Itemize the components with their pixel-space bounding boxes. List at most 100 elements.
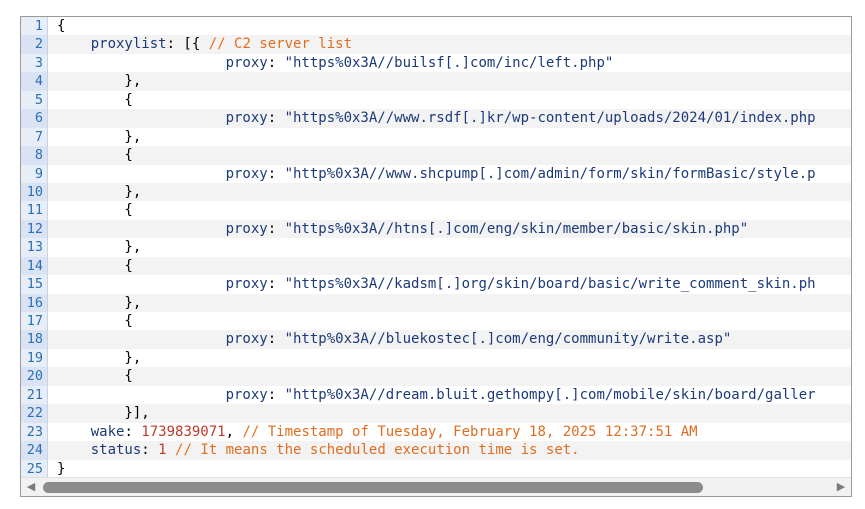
code-line: 5 {: [21, 90, 851, 110]
code-token: :: [267, 386, 285, 403]
code-token: // Timestamp of Tuesday, February 18, 20…: [242, 423, 698, 440]
line-text: {: [57, 146, 133, 164]
code-token: {: [57, 257, 133, 274]
line-number: 20: [21, 367, 48, 386]
code-token: proxy: [57, 331, 268, 348]
code-line: 13 },: [21, 238, 851, 257]
code-line: 21 proxy: "http%0x3A//dream.bluit.gethom…: [21, 385, 851, 405]
line-number: 21: [21, 385, 48, 405]
code-token: proxy: [57, 220, 268, 237]
code-token: wake: [57, 423, 125, 440]
code-token: // C2 server list: [208, 36, 353, 53]
code-token: {: [57, 313, 133, 329]
code-line: 16 },: [21, 293, 851, 312]
code-token: : [{: [166, 36, 209, 53]
code-token: },: [57, 294, 142, 311]
code-token: },: [57, 349, 142, 366]
line-text: {: [57, 257, 133, 275]
line-number: 9: [21, 164, 48, 183]
line-text: proxy: "https%0x3A//www.rsdf[.]kr/wp-con…: [57, 109, 816, 127]
code-token: proxy: [57, 165, 268, 182]
code-token: {: [57, 202, 133, 219]
code-token: proxy: [57, 110, 268, 127]
line-text: },: [57, 294, 141, 312]
code-token: :: [267, 165, 285, 182]
code-token: "https%0x3A//www.rsdf[.]kr/wp-content/up…: [284, 110, 816, 127]
line-number: 16: [21, 293, 48, 312]
line-text: },: [57, 349, 141, 367]
code-line: 6 proxy: "https%0x3A//www.rsdf[.]kr/wp-c…: [21, 109, 851, 128]
code-line: 3 proxy: "https%0x3A//builsf[.]com/inc/l…: [21, 53, 851, 73]
line-text: proxy: "http%0x3A//www.shcpump[.]com/adm…: [57, 165, 816, 183]
line-number: 25: [21, 459, 48, 478]
code-token: {: [57, 147, 133, 164]
line-text: },: [57, 238, 141, 256]
code-token: },: [57, 239, 142, 256]
code-token: // It means the scheduled execution time…: [175, 442, 580, 459]
code-token: :: [141, 442, 159, 459]
line-number: 15: [21, 275, 48, 294]
line-text: proxy: "https%0x3A//htns[.]com/eng/skin/…: [57, 220, 749, 238]
code-line: 19 },: [21, 348, 851, 368]
code-token: status: [57, 442, 142, 459]
code-line: 7 },: [21, 127, 851, 147]
code-token: proxylist: [57, 36, 167, 53]
code-area: 1{2 proxylist: [{ // C2 server list 3 pro…: [21, 17, 851, 478]
line-text: wake: 1739839071, // Timestamp of Tuesda…: [57, 423, 698, 441]
line-number: 12: [21, 219, 48, 239]
line-number: 13: [21, 238, 48, 257]
code-token: proxy: [57, 386, 268, 403]
line-text: },: [57, 72, 141, 90]
code-token: :: [267, 331, 285, 348]
code-token: {: [57, 18, 66, 34]
code-token: {: [57, 91, 133, 108]
code-line: 11 {: [21, 201, 851, 220]
code-line: 15 proxy: "https%0x3A//kadsm[.]org/skin/…: [21, 275, 851, 294]
line-number: 6: [21, 109, 48, 128]
code-token: :: [267, 54, 285, 71]
code-token: :: [267, 276, 285, 293]
line-text: {: [57, 367, 133, 385]
code-line: 1{: [21, 17, 851, 36]
line-number: 18: [21, 330, 48, 349]
code-token: "http%0x3A//dream.bluit.gethompy[.]com/m…: [284, 386, 816, 403]
code-token: },: [57, 128, 142, 145]
code-token: "http%0x3A//bluekostec[.]com/eng/communi…: [284, 331, 732, 348]
line-text: }: [57, 460, 65, 478]
code-token: :: [124, 423, 142, 440]
line-number: 19: [21, 348, 48, 368]
line-number: 14: [21, 256, 48, 276]
code-viewer: 1{2 proxylist: [{ // C2 server list 3 pro…: [20, 16, 852, 497]
code-line: 12 proxy: "https%0x3A//htns[.]com/eng/sk…: [21, 219, 851, 239]
horizontal-scrollbar[interactable]: ◀ ▶: [21, 477, 851, 496]
code-token: proxy: [57, 276, 268, 293]
code-line: 10 },: [21, 182, 851, 202]
line-text: {: [57, 201, 133, 219]
code-token: "https%0x3A//htns[.]com/eng/skin/member/…: [284, 220, 749, 237]
line-number: 24: [21, 441, 48, 460]
code-token: {: [57, 368, 133, 385]
code-token: :: [267, 110, 285, 127]
line-text: },: [57, 183, 141, 201]
code-token: 1739839071: [141, 423, 226, 440]
code-line: 18 proxy: "http%0x3A//bluekostec[.]com/e…: [21, 330, 851, 349]
scroll-left-icon[interactable]: ◀: [24, 480, 38, 494]
line-text: proxy: "http%0x3A//bluekostec[.]com/eng/…: [57, 330, 732, 348]
code-token: }: [57, 460, 66, 477]
scroll-right-icon[interactable]: ▶: [834, 480, 848, 494]
line-text: }],: [57, 404, 149, 422]
code-token: 1: [158, 442, 167, 459]
code-line: 17 {: [21, 312, 851, 331]
code-token: },: [57, 183, 142, 200]
code-line: 9 proxy: "http%0x3A//www.shcpump[.]com/a…: [21, 164, 851, 183]
code-line: 4 },: [21, 72, 851, 91]
line-number: 8: [21, 146, 48, 165]
line-text: {: [57, 312, 133, 330]
scrollbar-thumb[interactable]: [43, 482, 703, 493]
code-token: "https%0x3A//builsf[.]com/inc/left.php": [284, 54, 614, 71]
code-token: "https%0x3A//kadsm[.]org/skin/board/basi…: [284, 276, 816, 293]
line-text: {: [57, 91, 133, 109]
line-text: },: [57, 128, 141, 146]
code-line: 8 {: [21, 146, 851, 165]
